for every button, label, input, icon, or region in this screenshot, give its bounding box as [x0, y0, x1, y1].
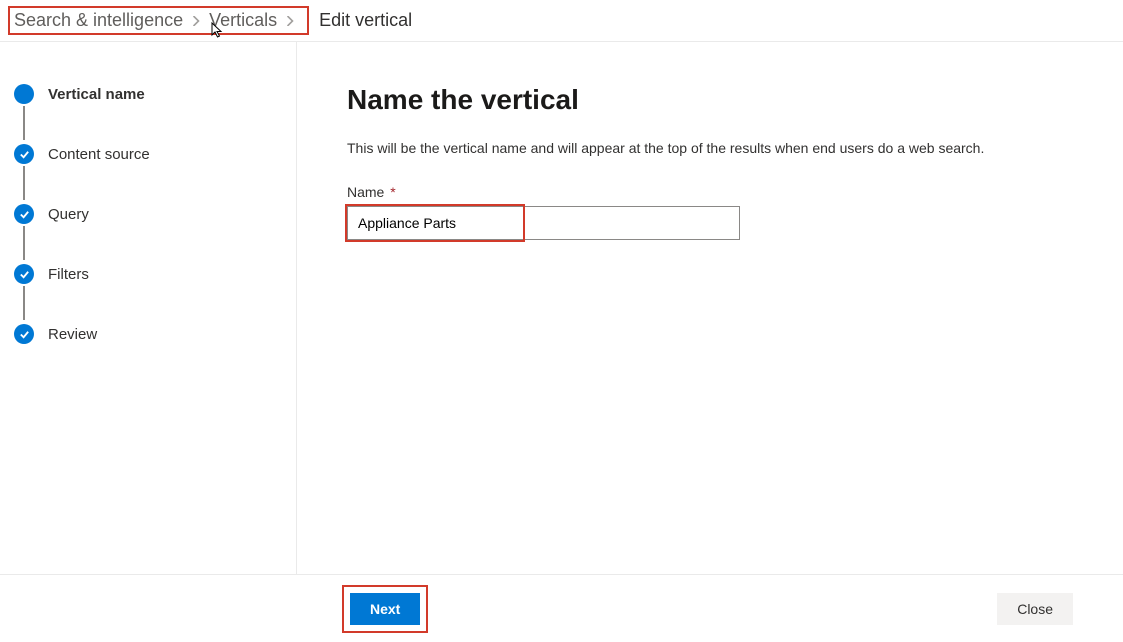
breadcrumb-link-verticals[interactable]: Verticals [209, 10, 277, 31]
page-description: This will be the vertical name and will … [347, 140, 1073, 156]
wizard-sidebar: Vertical name Content source Query [0, 42, 297, 574]
step-connector [23, 226, 25, 260]
name-field-wrapper [347, 206, 740, 240]
name-field-label: Name * [347, 184, 1073, 200]
step-current-dot-icon [14, 84, 34, 104]
chevron-right-icon [277, 16, 303, 26]
step-completed-check-icon [14, 204, 34, 224]
body: Vertical name Content source Query [0, 42, 1123, 574]
breadcrumb-highlight-box: Search & intelligence Verticals [8, 6, 309, 35]
wizard-step-review[interactable]: Review [14, 324, 296, 344]
wizard-step-vertical-name[interactable]: Vertical name [14, 84, 296, 144]
step-label: Vertical name [48, 86, 145, 103]
wizard-footer: Next Close [0, 574, 1123, 642]
name-input[interactable] [347, 206, 740, 240]
chevron-right-icon [183, 16, 209, 26]
wizard-step-content-source[interactable]: Content source [14, 144, 296, 204]
page-title: Name the vertical [347, 84, 1073, 116]
step-label: Review [48, 326, 97, 343]
breadcrumb: Search & intelligence Verticals Edit ver… [0, 0, 1123, 42]
step-label: Query [48, 206, 89, 223]
breadcrumb-current: Edit vertical [317, 10, 412, 31]
main-panel: Name the vertical This will be the verti… [297, 42, 1123, 574]
step-label: Content source [48, 146, 150, 163]
wizard-step-filters[interactable]: Filters [14, 264, 296, 324]
required-asterisk: * [390, 184, 395, 200]
step-completed-check-icon [14, 264, 34, 284]
breadcrumb-link-search-intelligence[interactable]: Search & intelligence [14, 10, 183, 31]
next-button-wrapper: Next [350, 593, 420, 625]
name-label-text: Name [347, 184, 384, 200]
step-completed-check-icon [14, 324, 34, 344]
step-label: Filters [48, 266, 89, 283]
page-root: Search & intelligence Verticals Edit ver… [0, 0, 1123, 642]
step-connector [23, 106, 25, 140]
step-connector [23, 166, 25, 200]
step-connector [23, 286, 25, 320]
next-button[interactable]: Next [350, 593, 420, 625]
wizard-step-query[interactable]: Query [14, 204, 296, 264]
step-completed-check-icon [14, 144, 34, 164]
close-button[interactable]: Close [997, 593, 1073, 625]
